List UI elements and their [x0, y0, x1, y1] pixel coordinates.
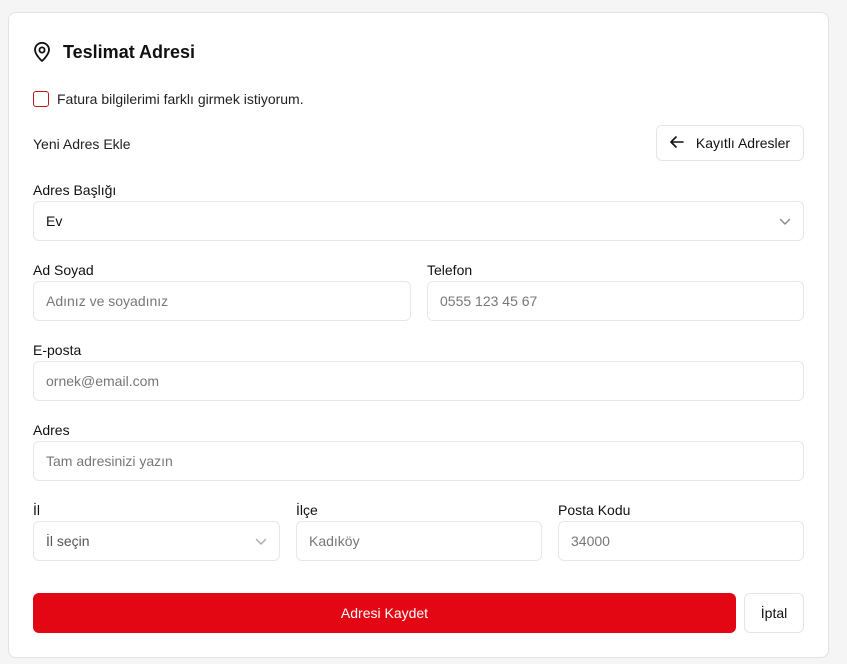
new-address-heading: Yeni Adres Ekle — [33, 136, 131, 152]
city-label: İl — [33, 502, 40, 518]
saved-addresses-label: Kayıtlı Adresler — [695, 135, 791, 151]
save-address-button[interactable]: Adresi Kaydet — [33, 593, 736, 633]
chevron-down-icon — [255, 533, 267, 549]
phone-input[interactable] — [440, 293, 791, 309]
district-label: İlçe — [296, 502, 318, 518]
postal-code-input[interactable] — [571, 533, 791, 549]
arrow-left-icon — [670, 135, 684, 151]
billing-different-label[interactable]: Fatura bilgilerimi farklı girmek istiyor… — [57, 91, 304, 107]
address-title-value: Ev — [46, 213, 63, 229]
full-name-label: Ad Soyad — [33, 262, 94, 278]
district-input[interactable] — [309, 533, 529, 549]
section-title: Teslimat Adresi — [63, 41, 196, 62]
postal-code-field[interactable] — [558, 521, 804, 561]
billing-different-checkbox[interactable] — [33, 91, 49, 107]
chevron-down-icon — [779, 213, 791, 229]
section-header: Teslimat Adresi — [33, 41, 195, 63]
address-title-label: Adres Başlığı — [33, 182, 117, 198]
city-select[interactable]: İl seçin — [33, 521, 280, 561]
address-field[interactable] — [33, 441, 804, 481]
phone-field[interactable] — [427, 281, 804, 321]
full-name-field[interactable] — [33, 281, 411, 321]
billing-different-checkbox-row[interactable]: Fatura bilgilerimi farklı girmek istiyor… — [33, 91, 304, 107]
email-label: E-posta — [33, 342, 82, 358]
full-name-input[interactable] — [46, 293, 398, 309]
saved-addresses-button[interactable]: Kayıtlı Adresler — [656, 125, 804, 161]
district-field[interactable] — [296, 521, 542, 561]
cancel-button[interactable]: İptal — [744, 593, 804, 633]
map-pin-icon — [33, 42, 51, 62]
postal-code-label: Posta Kodu — [558, 502, 631, 518]
city-select-placeholder: İl seçin — [46, 533, 90, 549]
phone-label: Telefon — [427, 262, 473, 278]
address-input[interactable] — [46, 453, 791, 469]
delivery-address-card: Teslimat Adresi Fatura bilgilerimi farkl… — [8, 12, 829, 658]
email-input[interactable] — [46, 373, 791, 389]
address-title-select[interactable]: Ev — [33, 201, 804, 241]
address-label: Adres — [33, 422, 70, 438]
email-field[interactable] — [33, 361, 804, 401]
